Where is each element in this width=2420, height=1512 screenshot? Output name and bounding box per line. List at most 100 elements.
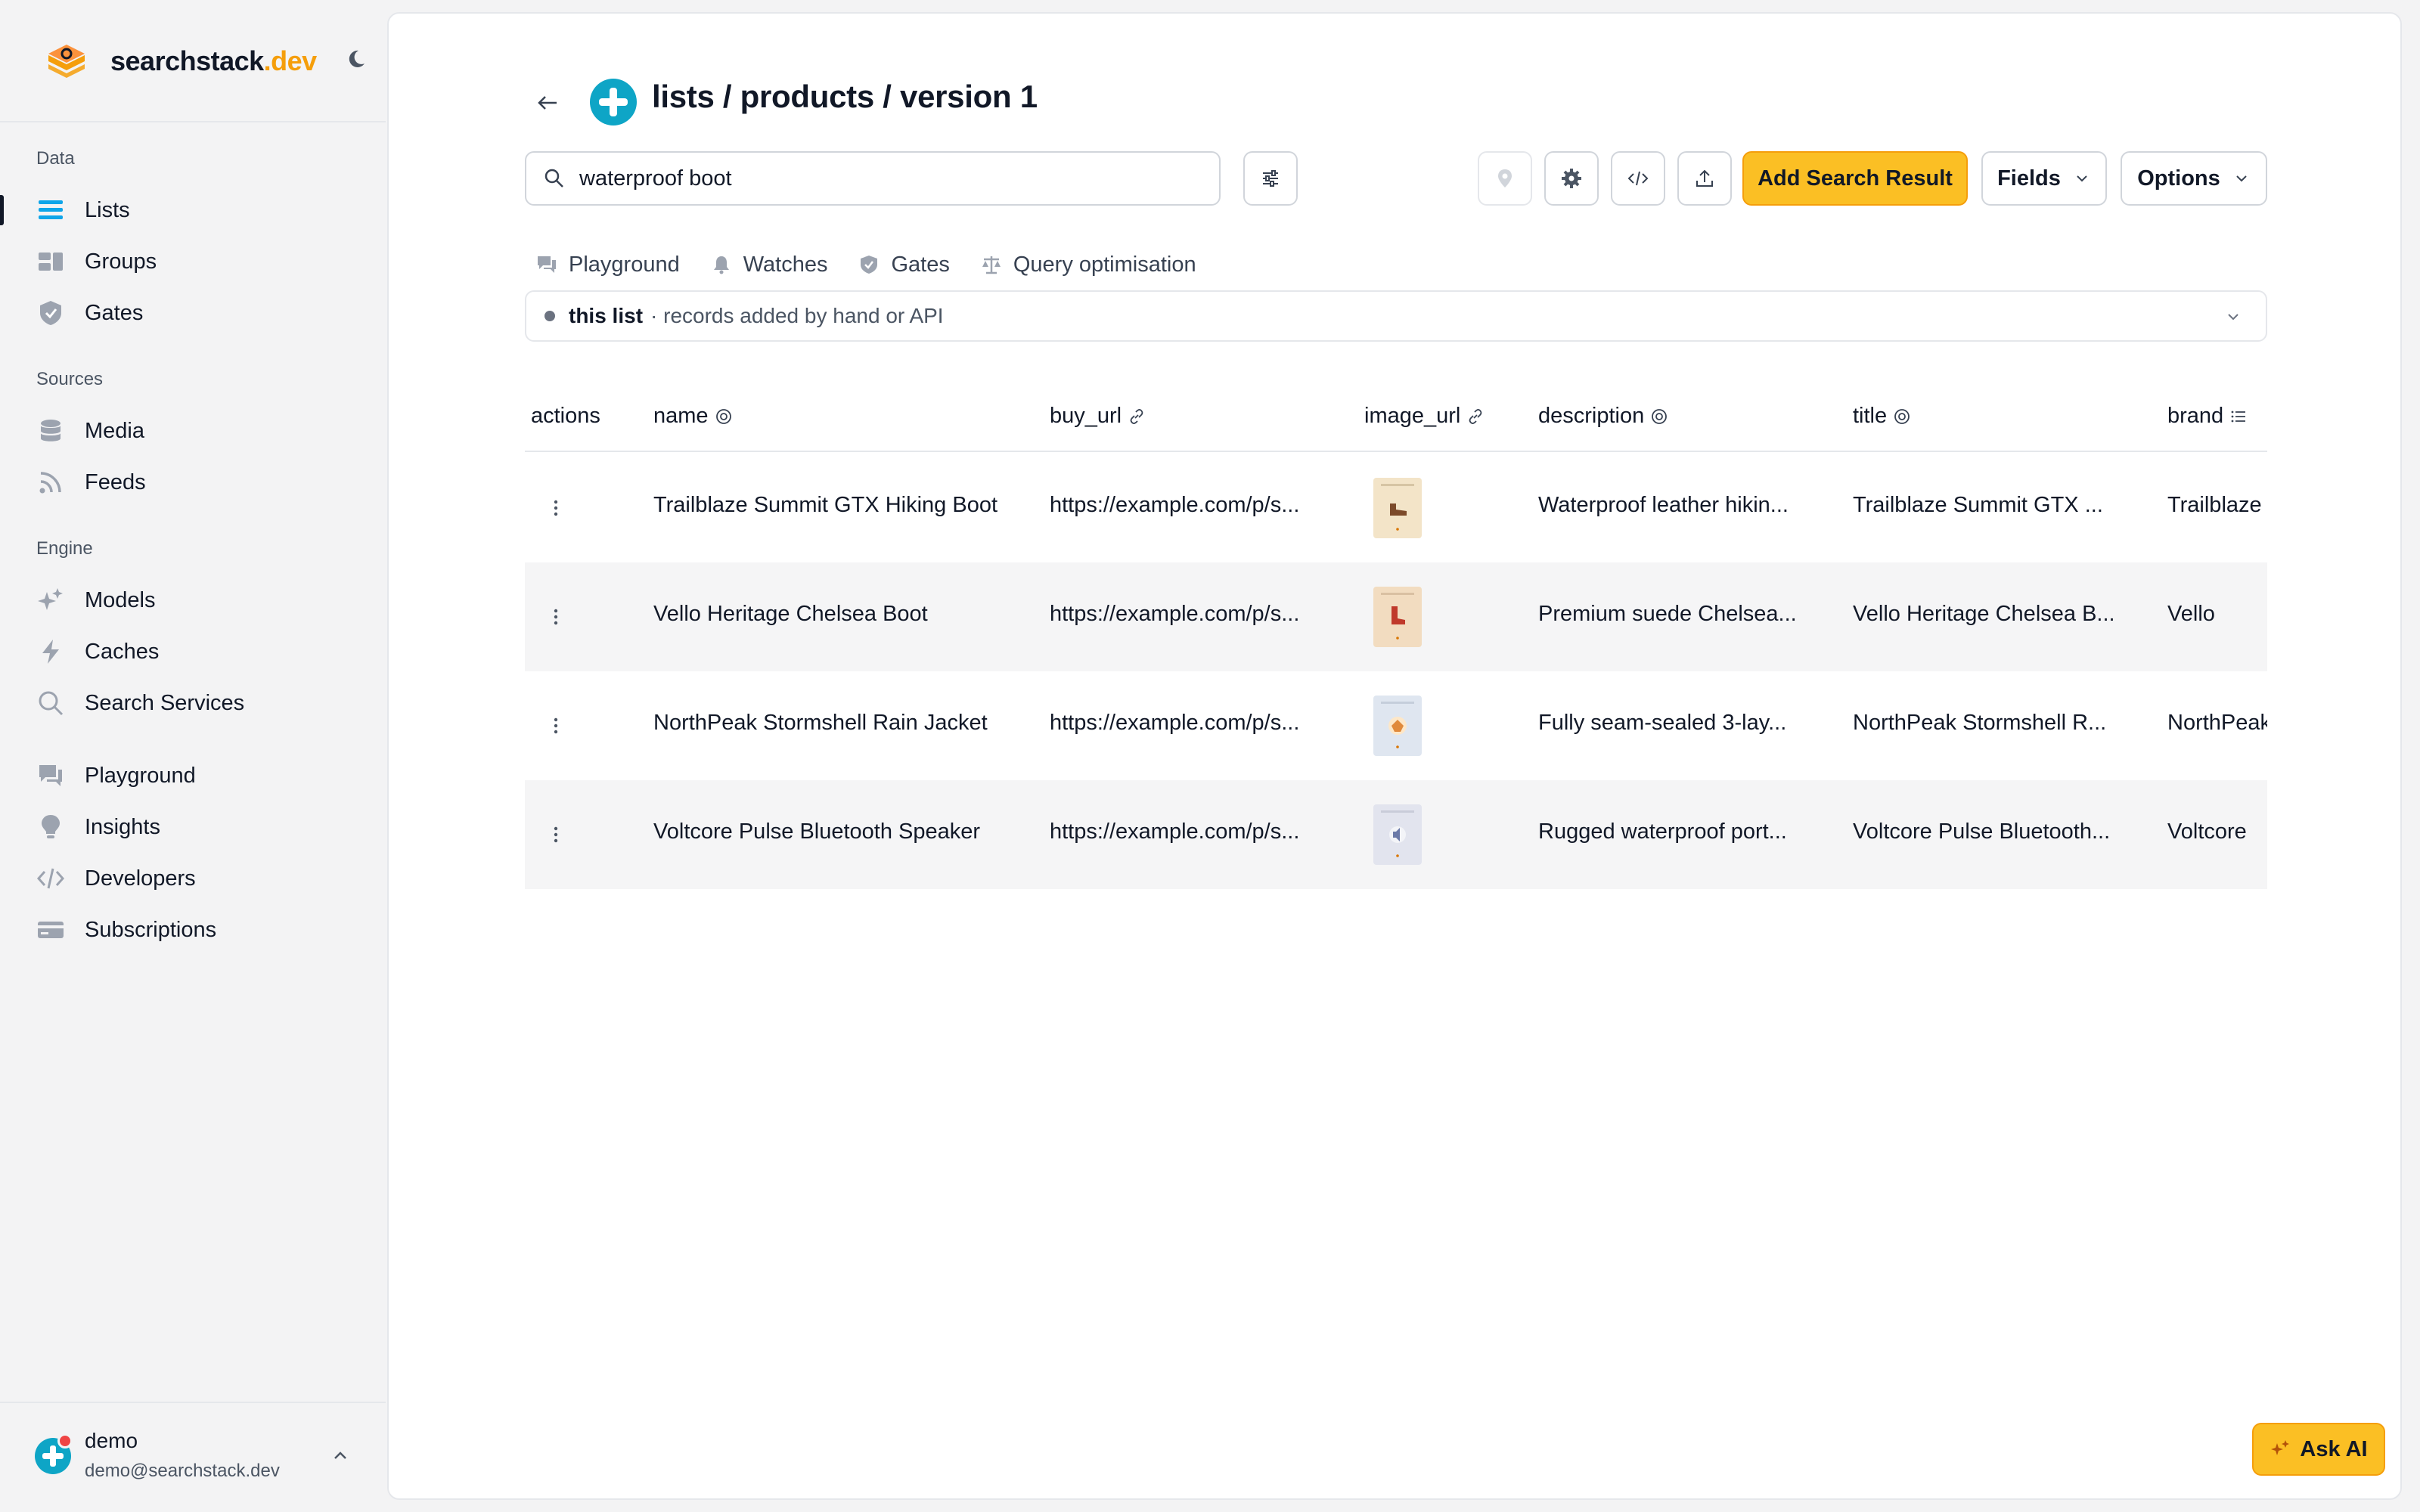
row-actions-icon[interactable] [552, 496, 560, 520]
cell-buy-url[interactable]: https://example.com/p/s... [1050, 820, 1299, 844]
sidebar-item-developers[interactable]: Developers [36, 857, 369, 900]
tab-query-optimisation[interactable]: Query optimisation [980, 253, 1196, 277]
database-icon [36, 417, 65, 445]
options-dropdown[interactable]: Options [2121, 151, 2267, 206]
sidebar-item-label: Feeds [85, 469, 146, 494]
user-email: demo@searchstack.dev [85, 1461, 280, 1481]
code-icon [36, 864, 65, 893]
records-table: actions name buy_url image_url descripti… [525, 376, 2267, 891]
sidebar-item-label: Media [85, 418, 144, 443]
sidebar-item-feeds[interactable]: Feeds [36, 461, 369, 503]
cell-buy-url[interactable]: https://example.com/p/s... [1050, 602, 1299, 627]
bell-icon [713, 256, 729, 274]
column-header-image-url[interactable]: image_url [1364, 404, 1485, 429]
user-divider [0, 1402, 386, 1403]
cell-title: Voltcore Pulse Bluetooth... [1853, 820, 2111, 844]
sidebar-item-label: Gates [85, 300, 144, 325]
section-label-sources: Sources [36, 369, 104, 389]
page-title: lists / products / version 1 [652, 79, 1038, 114]
row-actions-icon[interactable] [552, 714, 560, 738]
sidebar-item-media[interactable]: Media [36, 410, 369, 452]
chevron-up-icon[interactable] [330, 1445, 351, 1467]
link-icon [1130, 408, 1143, 424]
text-type-icon [715, 408, 731, 424]
link-icon [1469, 408, 1482, 424]
product-thumbnail[interactable] [1373, 478, 1422, 538]
sidebar-item-subscriptions[interactable]: Subscriptions [36, 909, 369, 951]
search-field[interactable] [525, 151, 1221, 206]
column-header-buy-url[interactable]: buy_url [1050, 404, 1146, 429]
search-input[interactable] [579, 166, 1199, 191]
chevron-down-icon [2077, 175, 2087, 182]
sidebar-item-label: Lists [85, 197, 130, 222]
location-button[interactable] [1478, 151, 1532, 206]
column-header-brand[interactable]: brand [2167, 404, 2248, 429]
column-header-actions[interactable]: actions [531, 404, 600, 429]
column-header-name[interactable]: name [653, 404, 733, 429]
cell-description: Fully seam-sealed 3-lay... [1538, 711, 1787, 735]
tab-label: Watches [743, 252, 828, 277]
sidebar-item-insights[interactable]: Insights [36, 806, 369, 848]
tab-playground[interactable]: Playground [535, 253, 680, 277]
cell-brand: NorthPeak [2167, 711, 2267, 735]
fields-dropdown[interactable]: Fields [1981, 151, 2107, 206]
source-selector[interactable]: this list · records added by hand or API [525, 290, 2267, 342]
add-search-result-button[interactable]: Add Search Result [1742, 151, 1968, 206]
sidebar-item-label: Models [85, 587, 156, 612]
ask-ai-button[interactable]: Ask AI [2252, 1423, 2385, 1476]
cell-brand: Vello [2167, 602, 2215, 626]
column-header-title[interactable]: title [1853, 404, 1911, 429]
cell-name: Voltcore Pulse Bluetooth Speaker [653, 820, 981, 844]
tab-gates[interactable]: Gates [858, 253, 950, 277]
list-icon [36, 196, 65, 225]
cell-buy-url[interactable]: https://example.com/p/s... [1050, 711, 1299, 736]
column-header-description[interactable]: description [1538, 404, 1668, 429]
table-row[interactable]: Voltcore Pulse Bluetooth Speaker https:/… [525, 780, 2267, 889]
code-icon [1627, 171, 1649, 186]
groups-icon [36, 247, 65, 276]
row-actions-icon[interactable] [552, 823, 560, 847]
sidebar-item-caches[interactable]: Caches [36, 631, 369, 673]
shield-icon [36, 299, 65, 327]
back-arrow-icon[interactable] [534, 89, 561, 116]
moon-icon[interactable] [348, 47, 372, 71]
section-label-engine: Engine [36, 538, 93, 559]
list-type-icon [2231, 411, 2246, 422]
tab-label: Playground [569, 252, 680, 277]
product-thumbnail[interactable] [1373, 696, 1422, 756]
table-row[interactable]: NorthPeak Stormshell Rain Jacket https:/… [525, 671, 2267, 780]
bolt-icon [36, 637, 65, 666]
sidebar-item-label: Insights [85, 814, 160, 839]
upload-button[interactable] [1677, 151, 1732, 206]
brand-name: searchstack.dev [110, 45, 317, 76]
sidebar-item-groups[interactable]: Groups [36, 240, 369, 283]
text-type-icon [1894, 408, 1910, 424]
product-thumbnail[interactable] [1373, 804, 1422, 865]
sidebar-item-label: Caches [85, 639, 160, 664]
sidebar-item-playground[interactable]: Playground [36, 754, 369, 797]
settings-button[interactable] [1544, 151, 1599, 206]
code-button[interactable] [1611, 151, 1665, 206]
cell-name: Vello Heritage Chelsea Boot [653, 602, 928, 626]
user-menu[interactable]: demo demo@searchstack.dev [33, 1427, 351, 1488]
product-thumbnail[interactable] [1373, 587, 1422, 647]
options-label: Options [2137, 166, 2220, 191]
table-row[interactable]: Trailblaze Summit GTX Hiking Boot https:… [525, 454, 2267, 562]
credit-card-icon [36, 916, 65, 944]
upload-icon [1696, 169, 1713, 187]
fields-label: Fields [1997, 166, 2061, 191]
sidebar-item-gates[interactable]: Gates [36, 292, 369, 334]
cell-brand: Trailblaze [2167, 493, 2262, 517]
sidebar-item-search-services[interactable]: Search Services [36, 682, 369, 724]
sidebar-item-models[interactable]: Models [36, 579, 369, 621]
sidebar-divider [0, 121, 386, 122]
sidebar-item-lists[interactable]: Lists [36, 189, 369, 231]
cell-buy-url[interactable]: https://example.com/p/s... [1050, 493, 1299, 518]
tab-watches[interactable]: Watches [710, 252, 828, 277]
table-row[interactable]: Vello Heritage Chelsea Boot https://exam… [525, 562, 2267, 671]
brand[interactable]: searchstack.dev [45, 35, 317, 88]
filter-button[interactable] [1243, 151, 1298, 206]
gear-icon [1562, 169, 1581, 188]
row-actions-icon[interactable] [552, 605, 560, 629]
logo-icon [48, 45, 85, 78]
